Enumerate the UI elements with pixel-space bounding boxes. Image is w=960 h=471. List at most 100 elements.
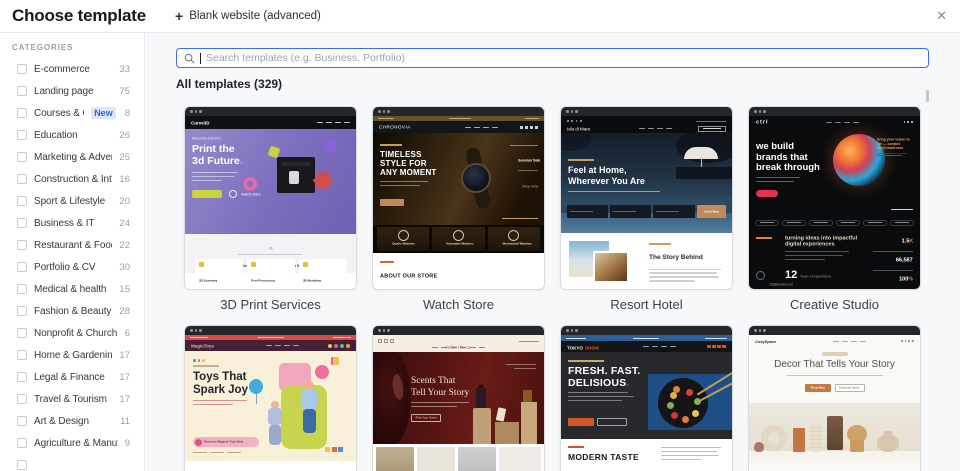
hero-heading: FRESH. FAST. DELISIOUS.: [568, 365, 641, 389]
sidebar-item-business-it[interactable]: Business & IT 24: [0, 212, 144, 234]
checkbox[interactable]: [17, 262, 27, 272]
sidebar-item-partial[interactable]: [0, 454, 144, 471]
hero-kicker: [821, 352, 848, 356]
browser-bar: [185, 107, 356, 116]
preview-nav: CozySpace: [749, 335, 920, 347]
search-input[interactable]: [206, 52, 921, 64]
cta-button: [568, 418, 594, 426]
browser-bar: [561, 326, 732, 335]
checkbox[interactable]: [17, 218, 27, 228]
promo-cta: Shop Now: [521, 184, 538, 189]
browser-bar: [373, 107, 544, 116]
preview-nav: Curve3D: [185, 116, 356, 129]
sidebar-item-sport-lifestyle[interactable]: Sport & Lifestyle 20: [0, 190, 144, 212]
sidebar-item-nonprofit-church[interactable]: Nonprofit & Church 6: [0, 322, 144, 344]
checkbox[interactable]: [17, 460, 27, 470]
template-card-perfume[interactable]: - Jardin Obscur - Scents That Tell Your S…: [372, 325, 545, 471]
checkbox[interactable]: [17, 438, 27, 448]
sidebar-item-construction[interactable]: Construction & Interior16: [0, 168, 144, 190]
template-card-toys[interactable]: MagicToys Toys ThatSpark Joy Discover M: [184, 325, 357, 471]
checkbox[interactable]: [17, 152, 27, 162]
preview-hero: TIMELESS STYLE FOR ANY MOMENT Summer Sale …: [373, 133, 544, 225]
play-icon: [229, 190, 237, 198]
template-card-watch-store[interactable]: CHRONOVIA TIMELESSSTYLE FORANY MOMENT: [372, 106, 545, 318]
sidebar-item-restaurant-food[interactable]: Restaurant & Food 22: [0, 234, 144, 256]
social-icons: [567, 120, 582, 122]
blank-website-button[interactable]: + Blank website (advanced): [175, 0, 321, 32]
checkbox[interactable]: [17, 350, 27, 360]
checkbox[interactable]: [17, 394, 27, 404]
template-card-creative-studio[interactable]: ctrl we buildbrands thatbreak through: [748, 106, 921, 318]
section-heading: MODERN TASTE: [568, 452, 639, 462]
perfume-bottle: [523, 390, 532, 402]
template-preview[interactable]: - Jardin Obscur - Scents That Tell Your S…: [372, 325, 545, 471]
nav-links: [373, 347, 544, 348]
watch-face: [461, 163, 491, 193]
checkbox[interactable]: [17, 108, 27, 118]
template-preview[interactable]: Isla di Mare Feel at Home, Wherever You …: [560, 106, 733, 290]
template-card-resort-hotel[interactable]: Isla di Mare Feel at Home, Wherever You …: [560, 106, 733, 318]
checkbox[interactable]: [17, 284, 27, 294]
checkbox[interactable]: [17, 372, 27, 382]
checkbox[interactable]: [17, 86, 27, 96]
sidebar-item-ecommerce[interactable]: E-commerce 33: [0, 58, 144, 80]
preview-hero: Scents That Tell Your Story Find Your Sce…: [373, 352, 544, 444]
template-name: Resort Hotel: [610, 296, 683, 312]
template-card-3d-print[interactable]: Curve3D Welcome and let's... Print the 3…: [184, 106, 357, 318]
placeholder-lines: [785, 251, 849, 263]
sidebar-item-landing-page[interactable]: Landing page 75: [0, 80, 144, 102]
sidebar-item-travel-tourism[interactable]: Travel & Tourism 17: [0, 388, 144, 410]
browser-bar: [185, 326, 356, 335]
close-icon[interactable]: ✕: [936, 9, 947, 22]
stat-row: 66,587: [853, 250, 913, 271]
template-preview[interactable]: TOKYO SUSHI FRESH. FAST. DELISIOUS. MODE…: [560, 325, 733, 471]
scrollbar-thumb[interactable]: [926, 90, 929, 102]
brand-logo: CHRONOVIA: [379, 124, 411, 130]
template-card-sushi[interactable]: TOKYO SUSHI FRESH. FAST. DELISIOUS. MODE…: [560, 325, 733, 471]
checkbox[interactable]: [17, 64, 27, 74]
checkbox[interactable]: [17, 174, 27, 184]
sidebar-item-education[interactable]: Education 26: [0, 124, 144, 146]
checkbox[interactable]: [17, 306, 27, 316]
sidebar-item-art-design[interactable]: Art & Design 11: [0, 410, 144, 432]
service-cards: 3D Scanning Post-Processing 3D Modeling: [185, 259, 356, 287]
vases-image: [749, 403, 920, 463]
red-star-shape: [313, 170, 333, 191]
brand-logo: CozySpace: [755, 338, 777, 344]
sidebar-item-home-gardening[interactable]: Home & Gardening 17: [0, 344, 144, 366]
vase: [877, 434, 899, 452]
checkbox[interactable]: [17, 416, 27, 426]
sidebar-item-portfolio-cv[interactable]: Portfolio & CV 30: [0, 256, 144, 278]
social-icons: [707, 344, 726, 349]
template-preview[interactable]: CozySpace Decor That Tells Your Story Sh…: [748, 325, 921, 471]
browser-bar: [373, 326, 544, 335]
template-preview[interactable]: ctrl we buildbrands thatbreak through: [748, 106, 921, 290]
sidebar-item-agriculture[interactable]: Agriculture & Manufacturing9: [0, 432, 144, 454]
placeholder-lines: [756, 177, 800, 185]
preview-nav: - Jardin Obscur -: [373, 335, 544, 352]
template-card-decor[interactable]: CozySpace Decor That Tells Your Story Sh…: [748, 325, 921, 471]
sidebar-item-courses-coaching[interactable]: Courses & CoachingNew8: [0, 102, 144, 124]
checkbox[interactable]: [17, 328, 27, 338]
badge-icon: [756, 271, 765, 280]
placeholder-lines: [193, 400, 247, 408]
perfume-bottle: [476, 388, 486, 408]
sidebar-item-fashion-beauty[interactable]: Fashion & Beauty 28: [0, 300, 144, 322]
cta-button: Shop Now: [804, 384, 831, 392]
checkbox[interactable]: [17, 130, 27, 140]
placeholder-lines: [380, 181, 428, 189]
search-bar[interactable]: [176, 48, 929, 68]
template-preview[interactable]: MagicToys Toys ThatSpark Joy Discover M: [184, 325, 357, 471]
sidebar-item-medical-health[interactable]: Medical & health 15: [0, 278, 144, 300]
checkbox[interactable]: [17, 240, 27, 250]
results-heading: All templates (329): [176, 77, 283, 91]
template-preview[interactable]: CHRONOVIA TIMELESSSTYLE FORANY MOMENT: [372, 106, 545, 290]
nav-links: [639, 128, 673, 129]
blank-website-label: Blank website (advanced): [189, 10, 321, 22]
nav-links: [317, 122, 350, 123]
sidebar-item-marketing[interactable]: Marketing & Advertising25: [0, 146, 144, 168]
social-icons: [519, 125, 538, 129]
template-preview[interactable]: Curve3D Welcome and let's... Print the 3…: [184, 106, 357, 290]
sidebar-item-legal-finance[interactable]: Legal & Finance 17: [0, 366, 144, 388]
checkbox[interactable]: [17, 196, 27, 206]
